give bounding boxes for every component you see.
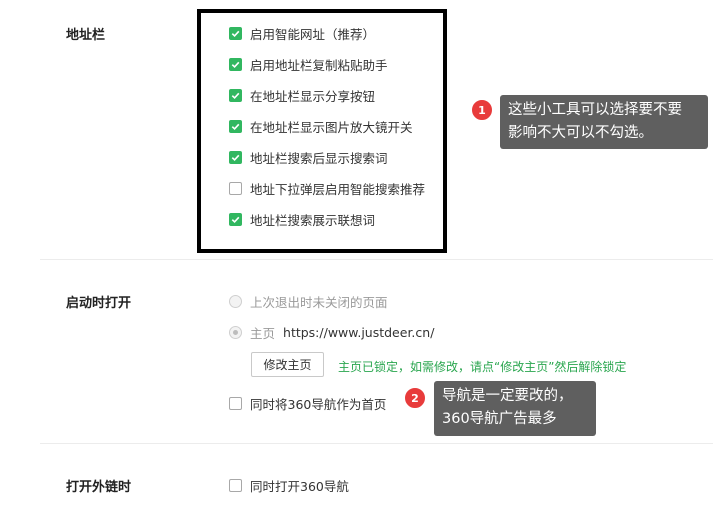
annotation-callout-1: 这些小工具可以选择要不要 影响不大可以不勾选。 (500, 95, 708, 149)
radio-home-page[interactable]: 主页 https://www.justdeer.cn/ (229, 323, 434, 342)
address-bar-section-label: 地址栏 (66, 28, 106, 43)
radio-restore-pages[interactable]: 上次退出时未关闭的页面 (229, 292, 388, 311)
callout-line: 这些小工具可以选择要不要 (508, 102, 682, 118)
home-locked-notice: 主页已锁定，如需修改，请点“修改主页”然后解除锁定 (338, 360, 627, 374)
startup-section-label: 启动时打开 (66, 296, 132, 311)
checkbox-checked-icon[interactable] (229, 89, 242, 102)
annotation-badge-2: 2 (403, 386, 427, 410)
radio-label: 上次退出时未关闭的页面 (250, 295, 388, 310)
section-divider (40, 443, 713, 444)
annotation-badge-1: 1 (470, 98, 494, 122)
checkbox-checked-icon[interactable] (229, 27, 242, 40)
section-divider (40, 259, 713, 260)
option-label: 启用智能网址（推荐） (250, 27, 376, 42)
radio-label: 主页 (250, 326, 276, 341)
callout-line: 影响不大可以不勾选。 (508, 125, 653, 141)
option-360-nav-home[interactable]: 同时将360导航作为首页 (229, 394, 386, 413)
radio-selected-icon[interactable] (229, 326, 242, 339)
option-label: 在地址栏显示图片放大镜开关 (250, 120, 413, 135)
annotation-callout-2: 导航是一定要改的， 360导航广告最多 (434, 381, 596, 436)
checkbox-checked-icon[interactable] (229, 120, 242, 133)
option-copy-paste-assistant[interactable]: 启用地址栏复制粘贴助手 (229, 55, 388, 74)
external-link-section-label: 打开外链时 (66, 480, 132, 495)
option-label: 同时打开360导航 (250, 479, 349, 494)
home-url: https://www.justdeer.cn/ (283, 325, 435, 340)
option-label: 地址栏搜索后显示搜索词 (250, 151, 388, 166)
checkbox-unchecked-icon[interactable] (229, 479, 242, 492)
option-show-search-term[interactable]: 地址栏搜索后显示搜索词 (229, 148, 388, 167)
option-open-360-nav[interactable]: 同时打开360导航 (229, 476, 349, 495)
radio-unselected-icon[interactable] (229, 295, 242, 308)
option-label: 地址下拉弹层启用智能搜索推荐 (250, 182, 426, 197)
option-smart-search-recommend[interactable]: 地址下拉弹层启用智能搜索推荐 (229, 179, 425, 198)
option-share-button[interactable]: 在地址栏显示分享按钮 (229, 86, 375, 105)
callout-line: 导航是一定要改的， (442, 388, 573, 404)
option-label: 启用地址栏复制粘贴助手 (250, 58, 388, 73)
option-smart-url[interactable]: 启用智能网址（推荐） (229, 24, 375, 43)
checkbox-unchecked-icon[interactable] (229, 182, 242, 195)
option-search-suggestions[interactable]: 地址栏搜索展示联想词 (229, 210, 375, 229)
option-label: 地址栏搜索展示联想词 (250, 213, 376, 228)
option-image-magnifier[interactable]: 在地址栏显示图片放大镜开关 (229, 117, 413, 136)
checkbox-unchecked-icon[interactable] (229, 397, 242, 410)
checkbox-checked-icon[interactable] (229, 58, 242, 71)
option-label: 同时将360导航作为首页 (250, 397, 387, 412)
modify-home-button[interactable]: 修改主页 (251, 352, 324, 377)
checkbox-checked-icon[interactable] (229, 213, 242, 226)
option-label: 在地址栏显示分享按钮 (250, 89, 376, 104)
checkbox-checked-icon[interactable] (229, 151, 242, 164)
callout-line: 360导航广告最多 (442, 411, 557, 427)
